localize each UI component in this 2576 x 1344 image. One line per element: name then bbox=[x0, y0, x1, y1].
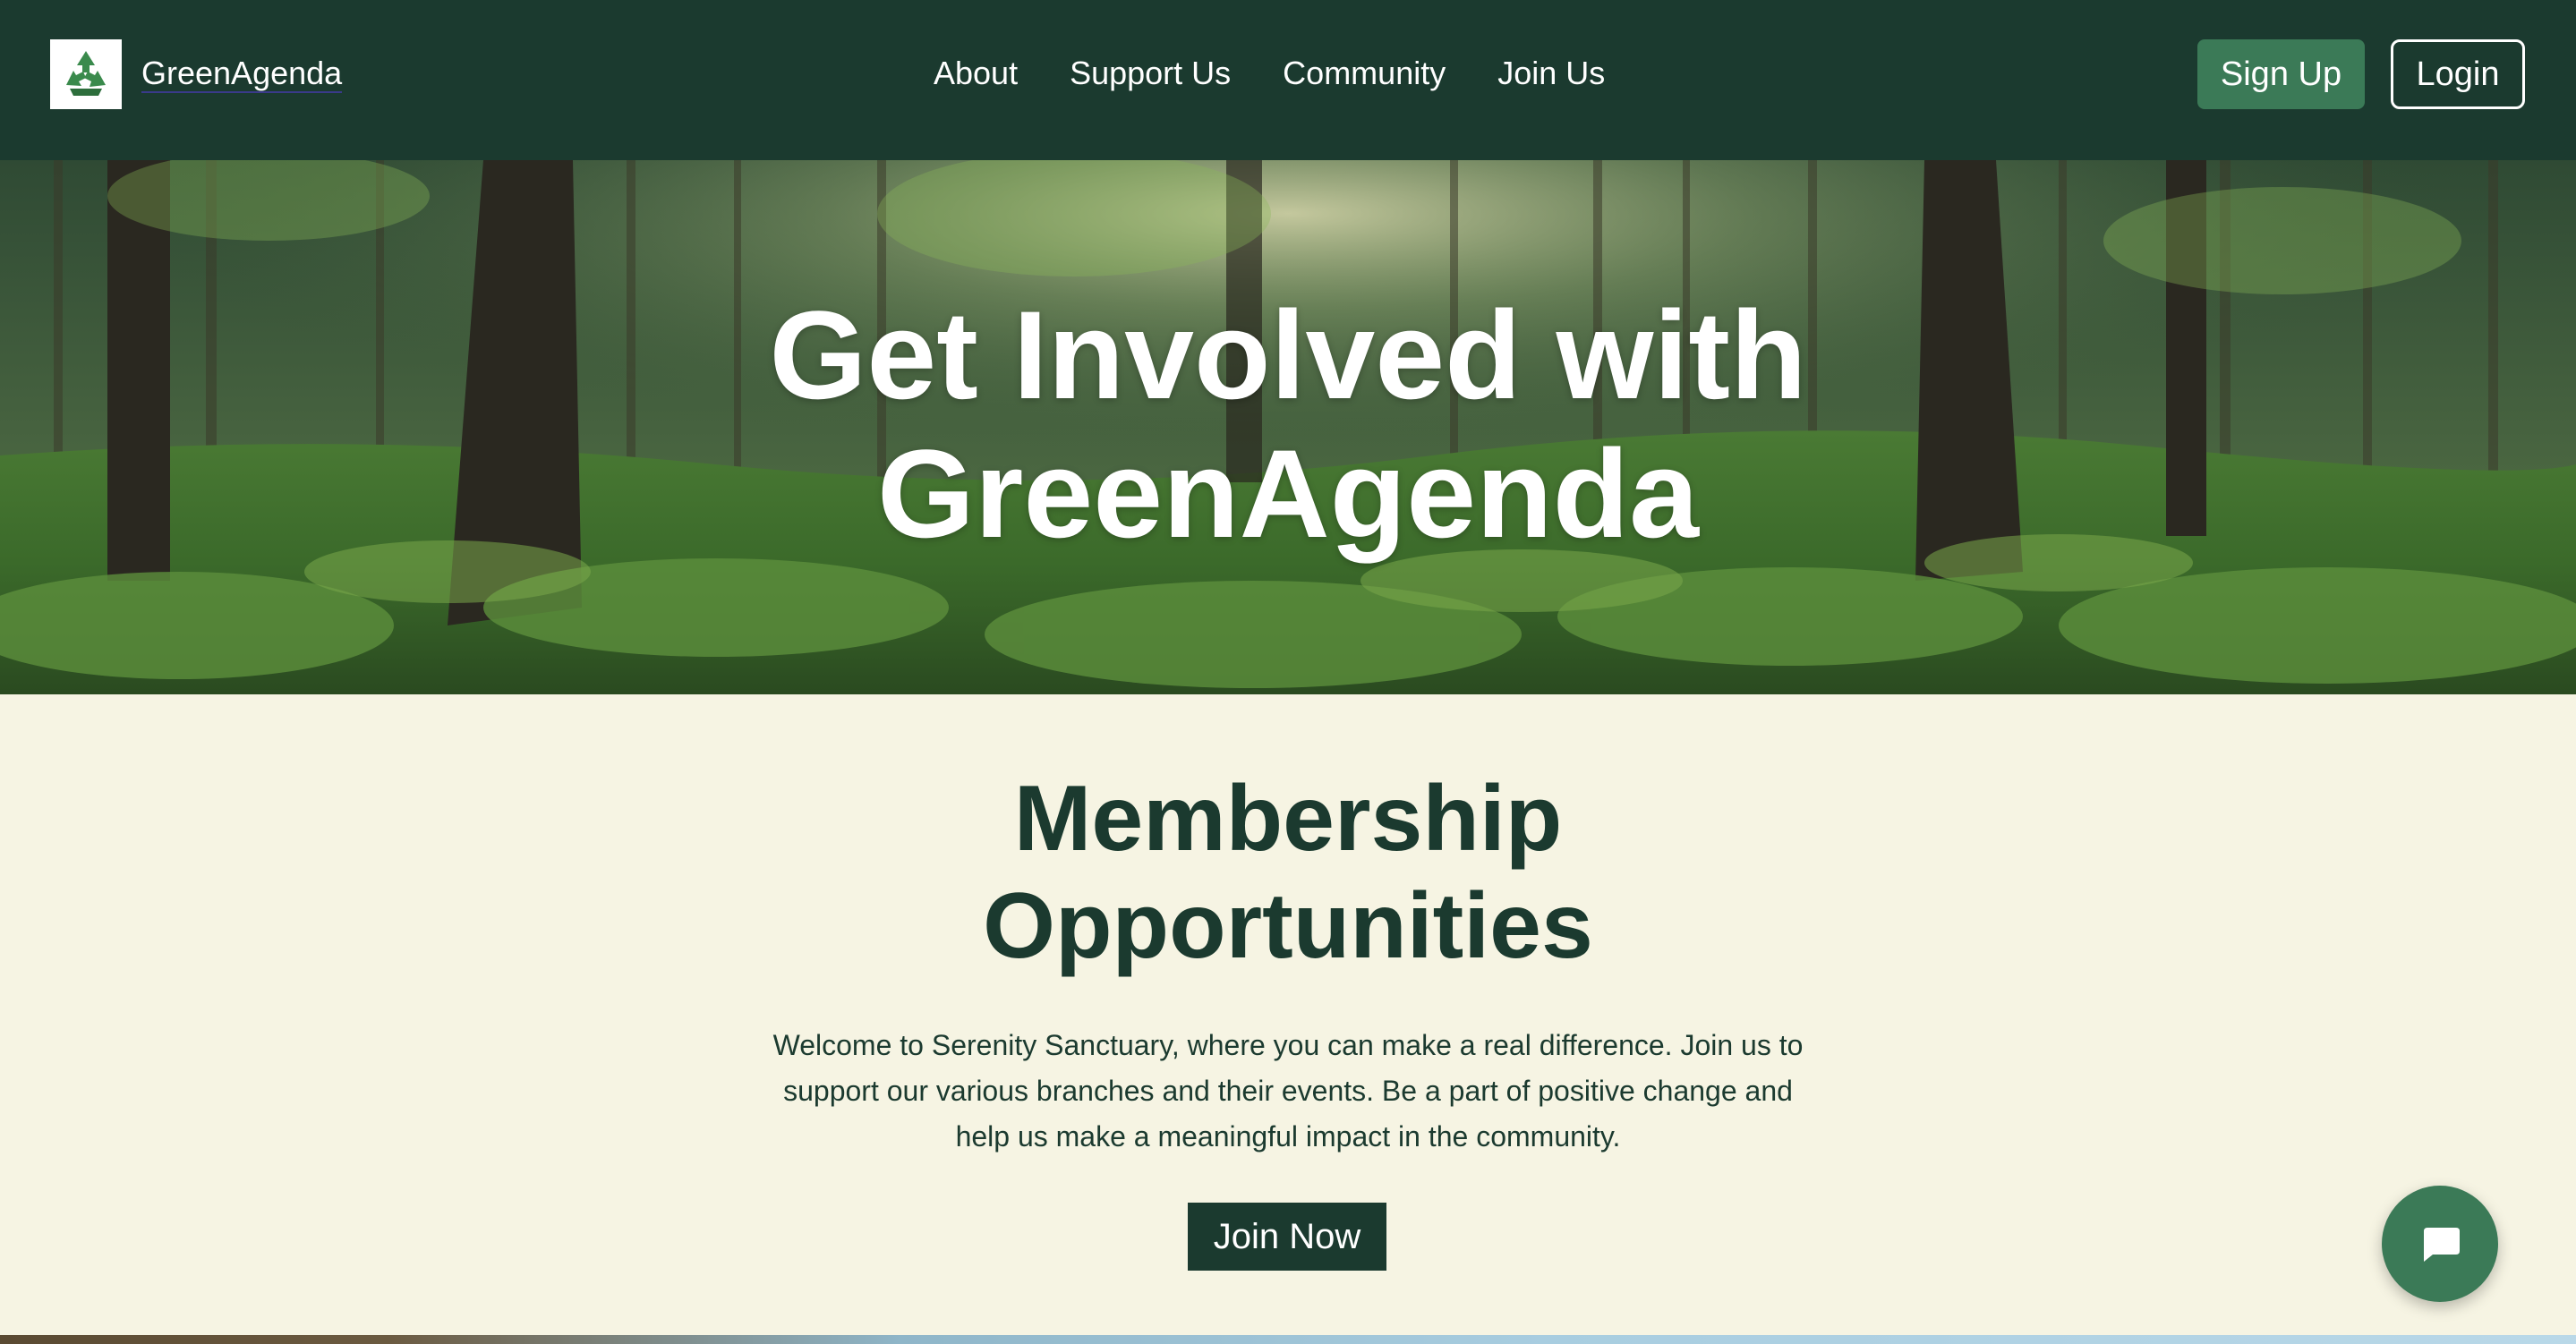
brand-name[interactable]: GreenAgenda bbox=[141, 55, 343, 93]
join-now-button[interactable]: Join Now bbox=[1188, 1203, 1386, 1271]
main-nav: About Support Us Community Join Us bbox=[934, 52, 1605, 95]
login-button[interactable]: Login bbox=[2391, 39, 2525, 109]
hero-title-line-1: Get Involved with bbox=[769, 285, 1807, 425]
hero-title-line-2: GreenAgenda bbox=[877, 423, 1699, 564]
brand[interactable]: GreenAgenda bbox=[50, 39, 343, 109]
nav-support-us[interactable]: Support Us bbox=[1070, 52, 1231, 95]
next-section-image-edge bbox=[0, 1335, 2576, 1344]
site-header: GreenAgenda About Support Us Community J… bbox=[0, 0, 2576, 160]
nav-about[interactable]: About bbox=[934, 52, 1018, 95]
section-title: Membership Opportunities bbox=[0, 765, 2576, 980]
hero-banner: Get Involved with GreenAgenda bbox=[0, 160, 2576, 694]
hero-title: Get Involved with GreenAgenda bbox=[0, 285, 2576, 563]
description-line-3: help us make a meaningful impact in the … bbox=[955, 1120, 1621, 1153]
recycle-icon[interactable] bbox=[50, 39, 122, 109]
nav-community[interactable]: Community bbox=[1283, 52, 1446, 95]
chat-button[interactable] bbox=[2382, 1186, 2498, 1302]
sign-up-button[interactable]: Sign Up bbox=[2197, 39, 2365, 109]
description-line-1: Welcome to Serenity Sanctuary, where you… bbox=[772, 1029, 1804, 1061]
chat-bubble-icon bbox=[2424, 1228, 2460, 1262]
membership-description: Welcome to Serenity Sanctuary, where you… bbox=[751, 1023, 1825, 1160]
section-title-line-2: Opportunities bbox=[983, 874, 1593, 978]
description-line-2: support our various branches and their e… bbox=[783, 1075, 1793, 1107]
section-title-line-1: Membership bbox=[1013, 767, 1563, 871]
nav-join-us[interactable]: Join Us bbox=[1497, 52, 1605, 95]
